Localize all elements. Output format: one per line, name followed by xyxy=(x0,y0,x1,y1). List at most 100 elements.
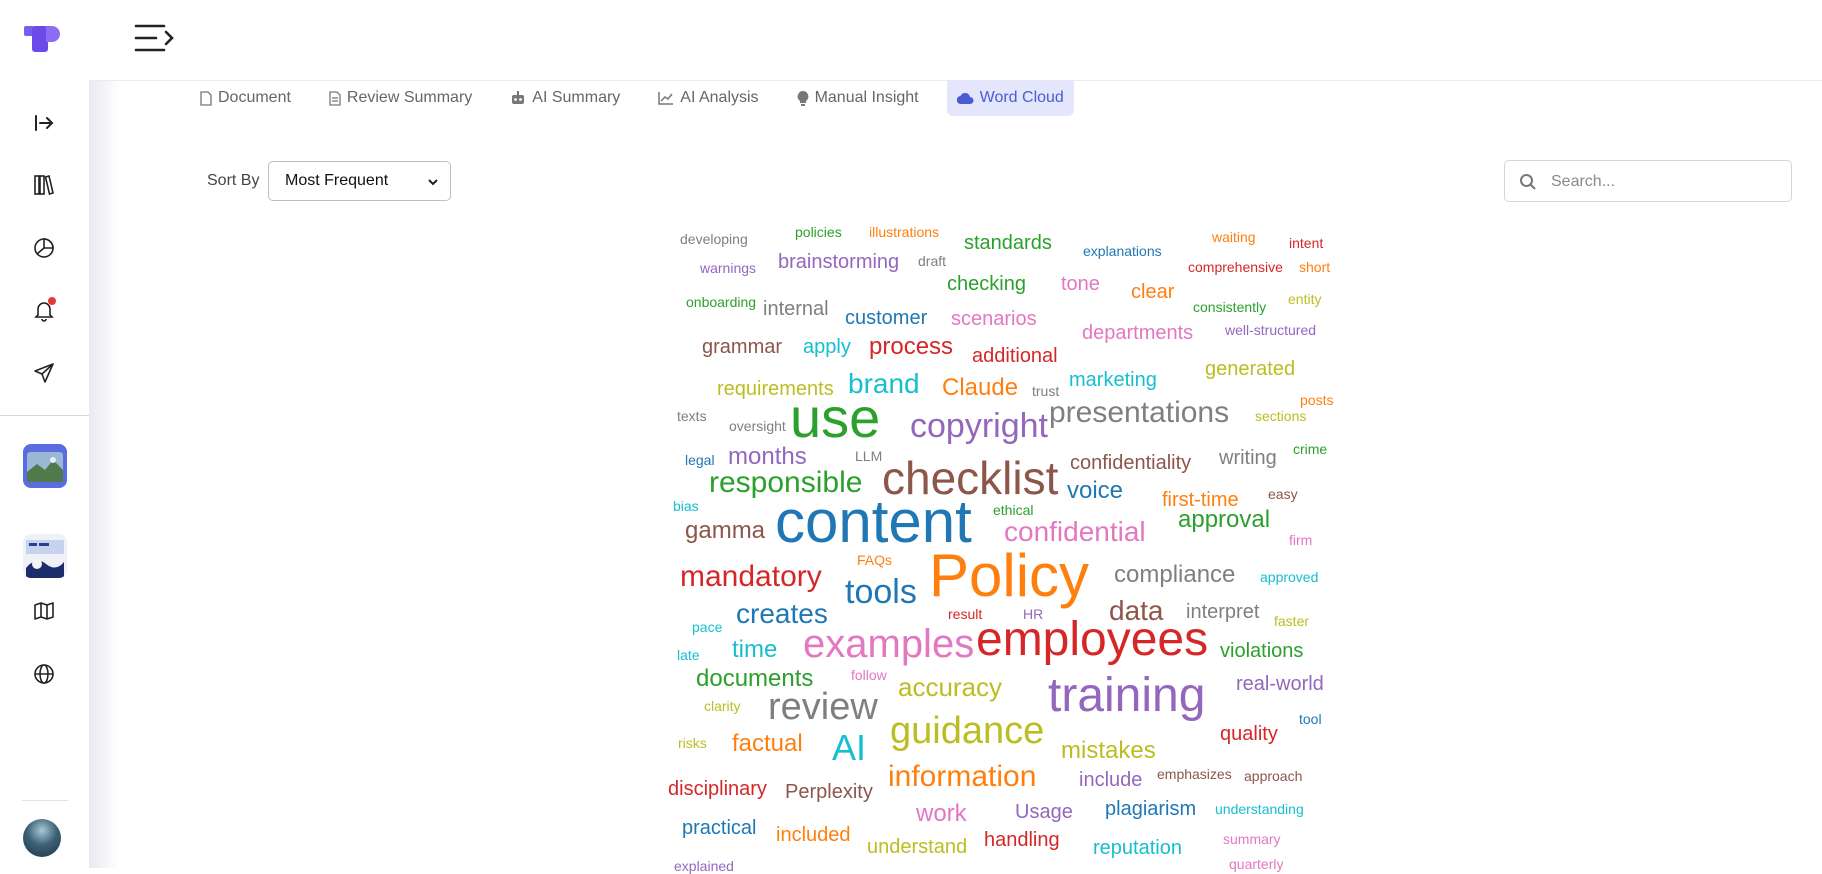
word-cloud-word[interactable]: clarity xyxy=(704,699,741,713)
word-cloud-word[interactable]: quarterly xyxy=(1229,857,1283,871)
word-cloud-word[interactable]: presentations xyxy=(1049,398,1229,428)
word-cloud-word[interactable]: violations xyxy=(1220,641,1303,661)
word-cloud-word[interactable]: checking xyxy=(947,274,1026,294)
word-cloud-word[interactable]: apply xyxy=(803,337,851,357)
word-cloud-word[interactable]: follow xyxy=(851,668,887,682)
menu-toggle-icon[interactable] xyxy=(134,20,176,56)
word-cloud-word[interactable]: intent xyxy=(1289,236,1323,250)
word-cloud-word[interactable]: tool xyxy=(1299,712,1322,726)
word-cloud-word[interactable]: mandatory xyxy=(680,562,822,592)
word-cloud-word[interactable]: review xyxy=(768,688,878,726)
workspace-thumbnail-1[interactable] xyxy=(23,444,67,488)
word-cloud-word[interactable]: posts xyxy=(1300,393,1333,407)
tab-manual-insight[interactable]: Manual Insight xyxy=(787,80,929,116)
word-cloud-word[interactable]: illustrations xyxy=(869,225,939,239)
send-icon[interactable] xyxy=(29,358,59,388)
tab-word-cloud[interactable]: Word Cloud xyxy=(946,80,1074,116)
word-cloud-word[interactable]: approach xyxy=(1244,769,1302,783)
word-cloud-word[interactable]: well-structured xyxy=(1225,323,1316,337)
word-cloud-word[interactable]: consistently xyxy=(1193,300,1266,314)
map-icon[interactable] xyxy=(29,596,59,626)
word-cloud-word[interactable]: tools xyxy=(845,575,917,609)
expand-sidebar-icon[interactable] xyxy=(29,108,59,138)
word-cloud-word[interactable]: understand xyxy=(867,837,967,857)
word-cloud-word[interactable]: AI xyxy=(832,730,866,766)
user-avatar[interactable] xyxy=(23,819,61,857)
word-cloud-word[interactable]: Claude xyxy=(942,376,1018,400)
word-cloud-word[interactable]: risks xyxy=(678,736,707,750)
word-cloud-word[interactable]: approved xyxy=(1260,570,1318,584)
word-cloud-word[interactable]: explanations xyxy=(1083,244,1162,258)
word-cloud-word[interactable]: tone xyxy=(1061,274,1100,294)
word-cloud-word[interactable]: marketing xyxy=(1069,370,1157,390)
word-cloud-word[interactable]: plagiarism xyxy=(1105,799,1196,819)
sort-select[interactable]: Most Frequent xyxy=(268,161,451,201)
word-cloud-word[interactable]: internal xyxy=(763,299,829,319)
word-cloud-word[interactable]: approval xyxy=(1178,508,1270,532)
word-cloud-word[interactable]: ethical xyxy=(993,503,1033,517)
word-cloud-word[interactable]: grammar xyxy=(702,337,782,357)
word-cloud-word[interactable]: copyright xyxy=(910,409,1048,443)
word-cloud-word[interactable]: quality xyxy=(1220,724,1278,744)
word-cloud-word[interactable]: waiting xyxy=(1212,230,1256,244)
word-cloud-word[interactable]: easy xyxy=(1268,487,1298,501)
tab-ai-summary[interactable]: AI Summary xyxy=(500,80,630,116)
word-cloud-word[interactable]: onboarding xyxy=(686,295,756,309)
word-cloud-word[interactable]: clear xyxy=(1131,282,1174,302)
word-cloud-word[interactable]: customer xyxy=(845,308,927,328)
word-cloud-word[interactable]: included xyxy=(776,825,851,845)
word-cloud-word[interactable]: draft xyxy=(918,254,946,268)
word-cloud-word[interactable]: texts xyxy=(677,409,707,423)
word-cloud-word[interactable]: information xyxy=(888,762,1036,792)
word-cloud-word[interactable]: LLM xyxy=(855,449,882,463)
word-cloud-word[interactable]: generated xyxy=(1205,359,1295,379)
word-cloud-word[interactable]: emphasizes xyxy=(1157,767,1232,781)
app-logo[interactable] xyxy=(24,24,62,54)
word-cloud-word[interactable]: policies xyxy=(795,225,842,239)
word-cloud-word[interactable]: writing xyxy=(1219,448,1277,468)
word-cloud-word[interactable]: sections xyxy=(1255,409,1306,423)
word-cloud-word[interactable]: confidentiality xyxy=(1070,453,1191,473)
word-cloud-word[interactable]: understanding xyxy=(1215,802,1304,816)
word-cloud-word[interactable]: standards xyxy=(964,233,1052,253)
library-icon[interactable] xyxy=(29,170,59,200)
word-cloud-word[interactable]: scenarios xyxy=(951,309,1037,329)
word-cloud-word[interactable]: Policy xyxy=(929,546,1089,606)
word-cloud-word[interactable]: warnings xyxy=(700,261,756,275)
word-cloud-word[interactable]: Perplexity xyxy=(785,782,873,802)
word-cloud-word[interactable]: summary xyxy=(1223,832,1281,846)
tab-document[interactable]: Document xyxy=(190,80,301,116)
analytics-icon[interactable] xyxy=(29,233,59,263)
notifications-bell-icon[interactable] xyxy=(29,295,59,325)
word-cloud-word[interactable]: use xyxy=(790,390,880,446)
word-cloud-word[interactable]: late xyxy=(677,648,700,662)
word-cloud-word[interactable]: entity xyxy=(1288,292,1321,306)
globe-icon[interactable] xyxy=(29,659,59,689)
word-cloud-word[interactable]: departments xyxy=(1082,323,1193,343)
word-cloud-word[interactable]: disciplinary xyxy=(668,779,767,799)
workspace-thumbnail-2[interactable] xyxy=(23,534,67,578)
word-cloud-word[interactable]: guidance xyxy=(890,712,1044,750)
word-cloud-word[interactable]: comprehensive xyxy=(1188,260,1283,274)
word-cloud-word[interactable]: process xyxy=(869,335,953,359)
tab-ai-analysis[interactable]: AI Analysis xyxy=(648,80,768,116)
word-cloud-word[interactable]: bias xyxy=(673,499,699,513)
word-cloud-word[interactable]: real-world xyxy=(1236,674,1324,694)
word-cloud-word[interactable]: compliance xyxy=(1114,563,1235,587)
word-cloud-word[interactable]: handling xyxy=(984,830,1060,850)
word-cloud-word[interactable]: work xyxy=(916,802,967,826)
word-cloud-word[interactable]: firm xyxy=(1289,533,1312,547)
word-cloud-word[interactable]: include xyxy=(1079,770,1142,790)
word-cloud-word[interactable]: factual xyxy=(732,732,803,756)
word-cloud-word[interactable]: accuracy xyxy=(898,674,1002,700)
word-cloud-word[interactable]: voice xyxy=(1067,479,1123,503)
word-cloud-word[interactable]: time xyxy=(732,638,777,662)
word-cloud-word[interactable]: brainstorming xyxy=(778,252,899,272)
word-cloud-word[interactable]: additional xyxy=(972,346,1058,366)
word-cloud-word[interactable]: gamma xyxy=(685,519,765,543)
word-cloud-word[interactable]: examples xyxy=(803,624,974,664)
word-cloud-word[interactable]: short xyxy=(1299,260,1330,274)
word-cloud-word[interactable]: mistakes xyxy=(1061,739,1156,763)
word-cloud-word[interactable]: faster xyxy=(1274,614,1309,628)
word-cloud-word[interactable]: employees xyxy=(976,616,1208,664)
